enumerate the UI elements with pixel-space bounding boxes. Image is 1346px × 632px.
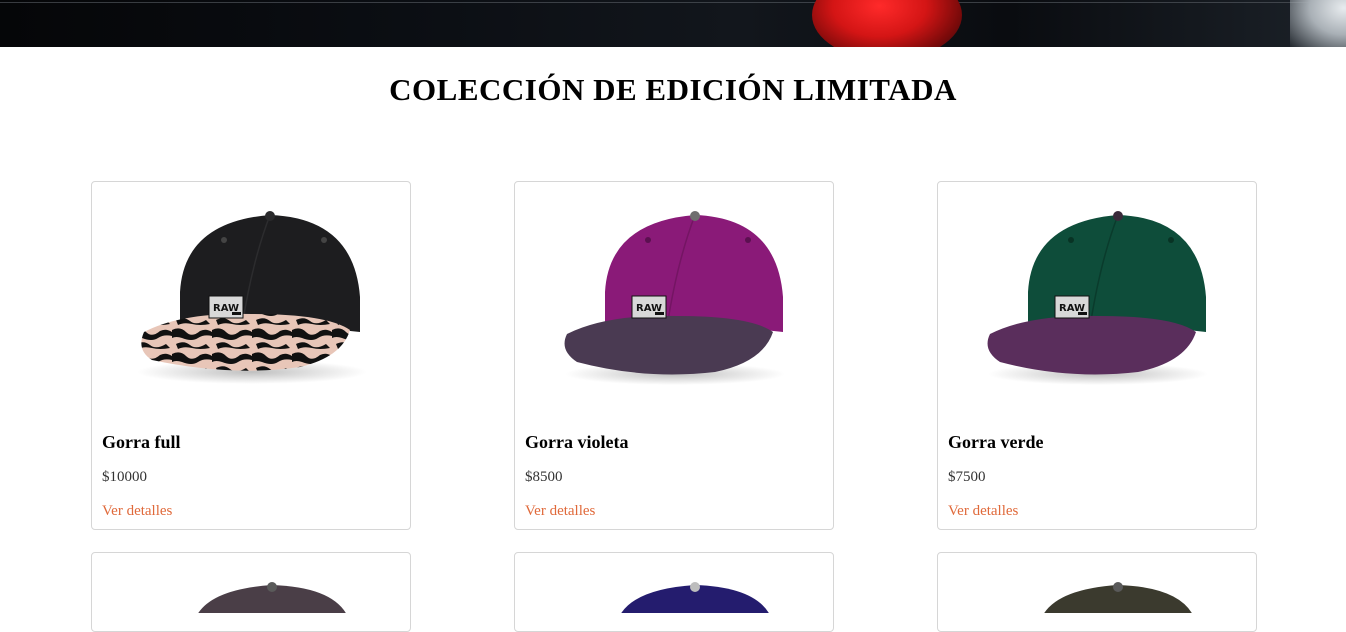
product-price: $10000 — [102, 469, 147, 485]
details-link[interactable]: Ver detalles — [525, 503, 595, 520]
cap-image — [1043, 582, 1193, 615]
cap-image — [620, 582, 770, 615]
product-name: Gorra full — [102, 432, 181, 452]
page-title: COLECCIÓN DE EDICIÓN LIMITADA — [389, 72, 957, 107]
product-image[interactable]: RAW — [938, 182, 1256, 412]
cap-image: RAW — [564, 211, 785, 385]
product-card[interactable]: RAW Gorra verde $7500 Ver detalles — [937, 181, 1257, 530]
hero-banner-strip — [0, 0, 1346, 47]
product-card[interactable] — [91, 552, 411, 632]
product-price: $8500 — [525, 469, 563, 485]
cap-image: RAW — [137, 211, 367, 384]
details-link[interactable]: Ver detalles — [102, 503, 172, 520]
product-card[interactable]: RAW Gorra violeta $8500 Ver detalles — [514, 181, 834, 530]
product-card[interactable] — [514, 552, 834, 632]
product-image[interactable]: RAW — [92, 182, 410, 412]
hero-red-highlight — [812, 0, 962, 47]
hero-top-line — [0, 2, 1346, 3]
product-card[interactable]: RAW Gorra full $10000 Ver detalles — [91, 181, 411, 530]
product-card[interactable] — [937, 552, 1257, 632]
product-image[interactable]: RAW — [515, 182, 833, 412]
product-price: $7500 — [948, 469, 986, 485]
details-link[interactable]: Ver detalles — [948, 503, 1018, 520]
hero-light-highlight — [1290, 0, 1346, 47]
product-name: Gorra violeta — [525, 432, 629, 452]
cap-image — [197, 582, 347, 615]
cap-image: RAW — [987, 211, 1208, 385]
product-name: Gorra verde — [948, 432, 1044, 452]
